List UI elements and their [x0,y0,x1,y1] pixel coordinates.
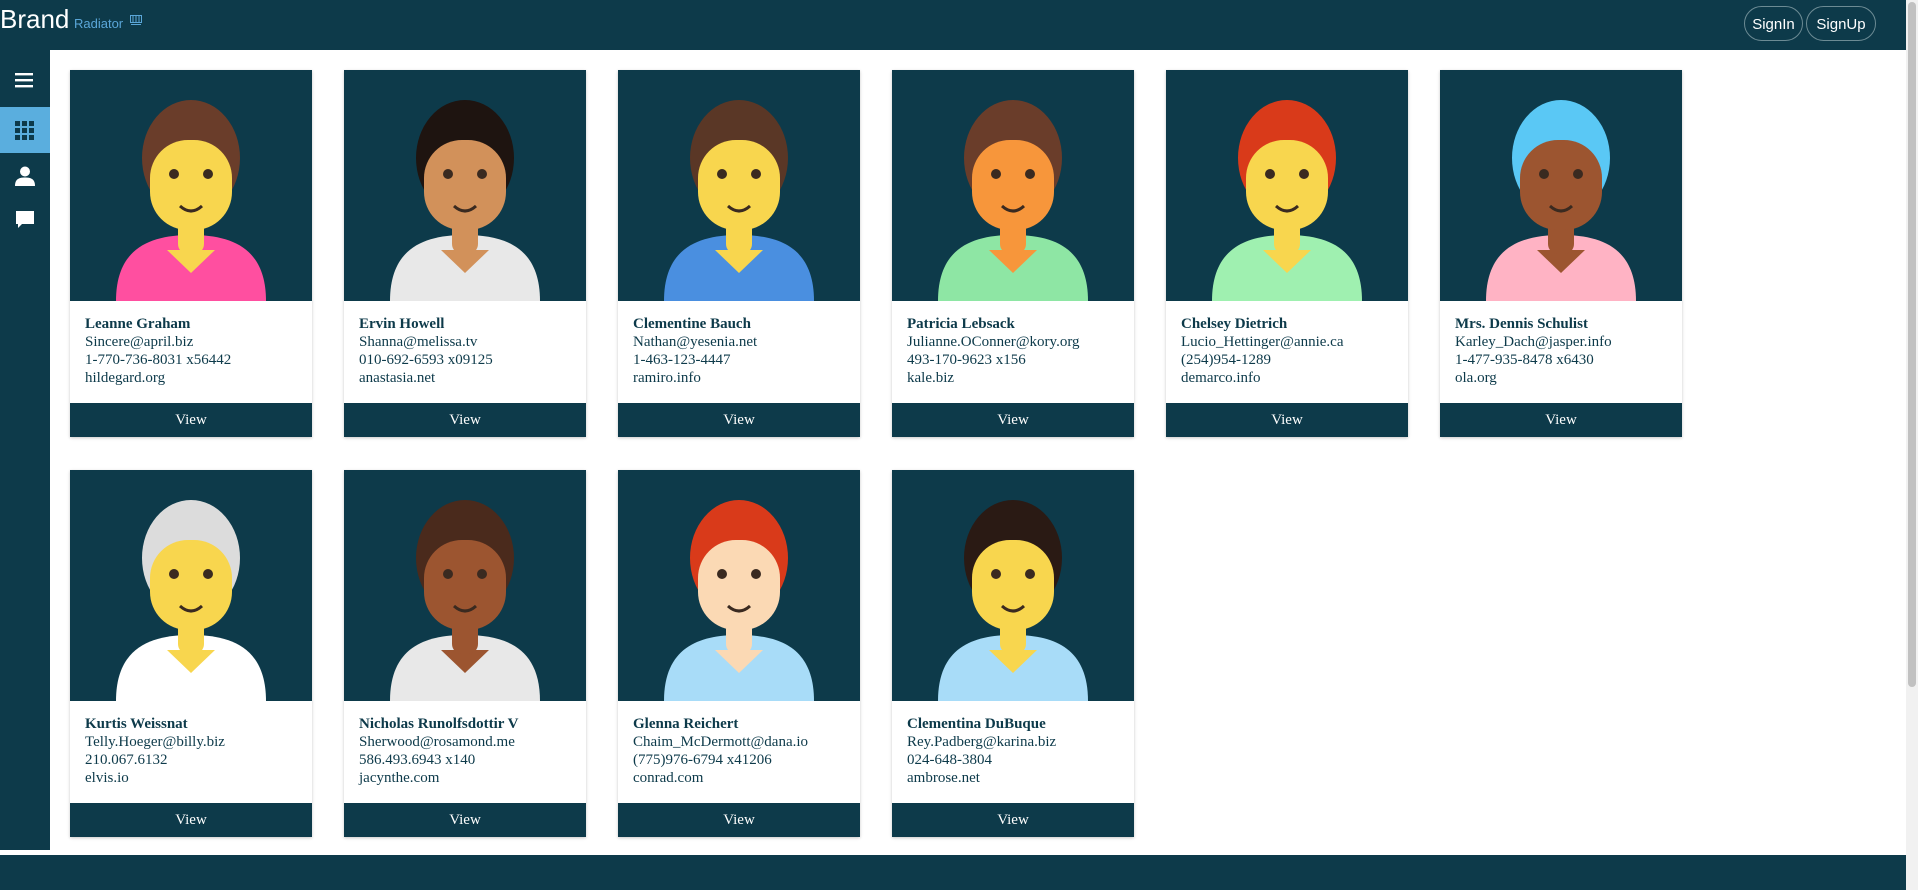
radiator-icon [130,15,142,25]
user-info: Mrs. Dennis Schulist Karley_Dach@jasper.… [1455,315,1675,387]
avatar [892,470,1134,701]
avatar [618,70,860,301]
user-phone: (775)976-6794 x41206 [633,752,772,768]
user-name: Clementine Bauch [633,316,751,332]
view-button[interactable]: View [892,803,1134,837]
user-card: Glenna Reichert Chaim_McDermott@dana.io … [618,470,860,837]
user-info: Leanne Graham Sincere@april.biz 1-770-73… [85,315,305,387]
user-website: anastasia.net [359,370,436,386]
user-website: ramiro.info [633,370,701,386]
user-phone: 586.493.6943 x140 [359,752,476,768]
view-button[interactable]: View [1440,403,1682,437]
user-info: Kurtis Weissnat Telly.Hoeger@billy.biz 2… [85,715,305,787]
user-name: Leanne Graham [85,316,191,332]
sidebar [0,50,50,850]
user-website: ola.org [1455,370,1497,386]
user-name: Nicholas Runolfsdottir V [359,716,519,732]
view-button[interactable]: View [70,403,312,437]
sidebar-chat-button[interactable] [0,197,50,243]
user-email: Telly.Hoeger@billy.biz [85,734,225,750]
user-email: Shanna@melissa.tv [359,334,478,350]
avatar [344,70,586,301]
view-button[interactable]: View [618,403,860,437]
user-email: Karley_Dach@jasper.info [1455,334,1612,350]
user-name: Clementina DuBuque [907,716,1046,732]
avatar [1440,70,1682,301]
user-email: Rey.Padberg@karina.biz [907,734,1057,750]
sidebar-user-button[interactable] [0,153,50,199]
brand-logo[interactable]: Brand [0,4,69,34]
page-scrollbar[interactable] [1906,0,1918,890]
user-name: Chelsey Dietrich [1181,316,1288,332]
avatar [1166,70,1408,301]
scrollbar-thumb[interactable] [1908,2,1916,687]
footer-bar [0,855,1906,890]
user-info: Ervin Howell Shanna@melissa.tv 010-692-6… [359,315,579,387]
signup-button[interactable]: SignUp [1806,6,1876,41]
avatar [618,470,860,701]
user-name: Kurtis Weissnat [85,716,188,732]
user-phone: 024-648-3804 [907,752,992,768]
avatar [344,470,586,701]
sidebar-grid-button[interactable] [0,107,50,153]
view-button[interactable]: View [1166,403,1408,437]
user-phone: (254)954-1289 [1181,352,1271,368]
user-phone: 1-770-736-8031 x56442 [85,352,232,368]
user-website: kale.biz [907,370,955,386]
user-email: Sherwood@rosamond.me [359,734,515,750]
user-card: Patricia Lebsack Julianne.OConner@kory.o… [892,70,1134,437]
user-website: demarco.info [1181,370,1261,386]
menu-icon [15,73,33,88]
user-email: Chaim_McDermott@dana.io [633,734,809,750]
user-phone: 1-477-935-8478 x6430 [1455,352,1594,368]
view-button[interactable]: View [344,803,586,837]
user-info: Patricia Lebsack Julianne.OConner@kory.o… [907,315,1127,387]
user-email: Nathan@yesenia.net [633,334,758,350]
user-website: jacynthe.com [359,770,440,786]
user-info: Clementina DuBuque Rey.Padberg@karina.bi… [907,715,1127,787]
user-name: Patricia Lebsack [907,316,1015,332]
user-name: Mrs. Dennis Schulist [1455,316,1588,332]
user-info: Clementine Bauch Nathan@yesenia.net 1-46… [633,315,853,387]
avatar [892,70,1134,301]
user-phone: 1-463-123-4447 [633,352,731,368]
grid-icon [15,121,34,140]
user-name: Ervin Howell [359,316,445,332]
user-card: Chelsey Dietrich Lucio_Hettinger@annie.c… [1166,70,1408,437]
view-button[interactable]: View [344,403,586,437]
user-phone: 210.067.6132 [85,752,168,768]
user-name: Glenna Reichert [633,716,739,732]
view-button[interactable]: View [618,803,860,837]
signin-button[interactable]: SignIn [1744,6,1803,41]
user-card: Leanne Graham Sincere@april.biz 1-770-73… [70,70,312,437]
user-card: Kurtis Weissnat Telly.Hoeger@billy.biz 2… [70,470,312,837]
view-button[interactable]: View [892,403,1134,437]
user-website: ambrose.net [907,770,980,786]
sidebar-menu-button[interactable] [0,58,50,104]
user-card: Clementina DuBuque Rey.Padberg@karina.bi… [892,470,1134,837]
user-card: Nicholas Runolfsdottir V Sherwood@rosamo… [344,470,586,837]
user-website: conrad.com [633,770,704,786]
avatar [70,70,312,301]
user-info: Nicholas Runolfsdottir V Sherwood@rosamo… [359,715,579,787]
brand-subtitle: Radiator [74,16,124,31]
user-website: elvis.io [85,770,129,786]
user-email: Sincere@april.biz [85,334,194,350]
avatar [70,470,312,701]
view-button[interactable]: View [70,803,312,837]
chat-icon [16,211,34,228]
top-navbar: Brand Radiator SignIn SignUp [0,0,1906,50]
user-website: hildegard.org [85,370,166,386]
user-icon [15,166,35,186]
user-info: Glenna Reichert Chaim_McDermott@dana.io … [633,715,853,787]
user-info: Chelsey Dietrich Lucio_Hettinger@annie.c… [1181,315,1401,387]
user-phone: 493-170-9623 x156 [907,352,1026,368]
user-phone: 010-692-6593 x09125 [359,352,493,368]
user-email: Julianne.OConner@kory.org [907,334,1080,350]
user-card: Clementine Bauch Nathan@yesenia.net 1-46… [618,70,860,437]
user-card: Ervin Howell Shanna@melissa.tv 010-692-6… [344,70,586,437]
user-card: Mrs. Dennis Schulist Karley_Dach@jasper.… [1440,70,1682,437]
user-email: Lucio_Hettinger@annie.ca [1181,334,1344,350]
